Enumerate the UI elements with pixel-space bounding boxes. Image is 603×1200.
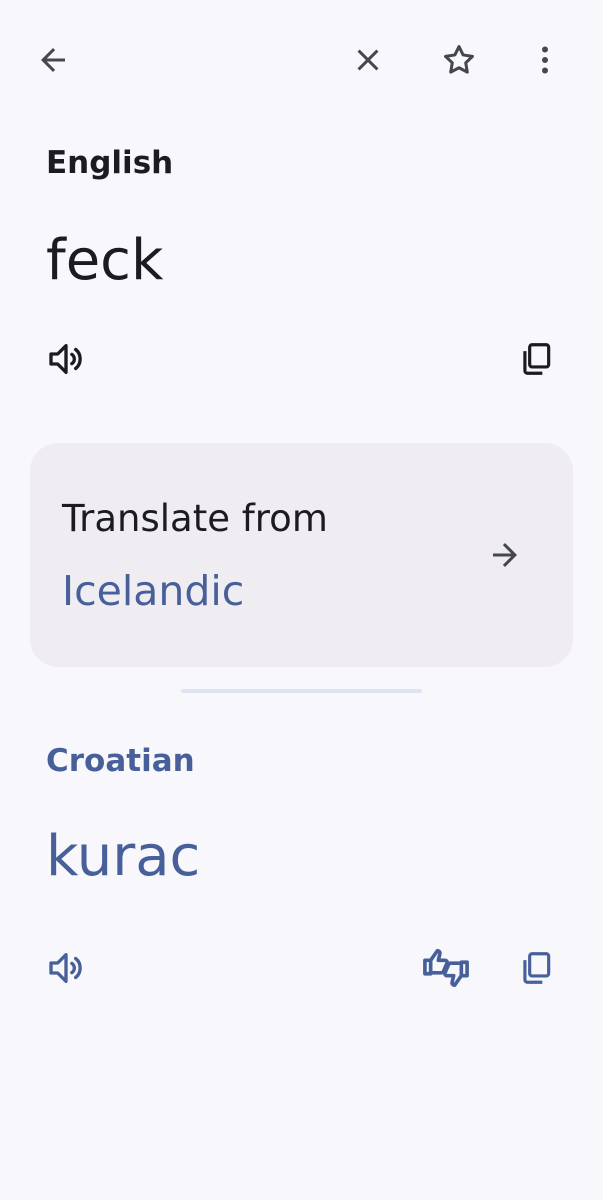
- more-options-button[interactable]: [517, 32, 573, 88]
- detected-language: Icelandic: [62, 567, 245, 615]
- rate-translation-button[interactable]: [418, 940, 474, 996]
- close-icon: [357, 49, 379, 71]
- target-language-label: Croatian: [46, 743, 195, 779]
- arrow-left-icon: [41, 48, 65, 72]
- thumbs-up-down-icon: [423, 948, 469, 988]
- translate-from-card[interactable]: Translate from Icelandic: [30, 443, 573, 667]
- source-listen-button[interactable]: [38, 331, 94, 387]
- translate-from-label: Translate from: [62, 497, 328, 540]
- speaker-icon: [49, 953, 82, 983]
- translation-screen: English feck Translate from Icelandic Cr…: [0, 0, 603, 1200]
- back-button[interactable]: [25, 32, 81, 88]
- copy-icon: [523, 343, 551, 375]
- source-copy-button[interactable]: [508, 331, 564, 387]
- source-language-label: English: [46, 145, 174, 181]
- save-button[interactable]: [431, 32, 487, 88]
- target-listen-button[interactable]: [38, 940, 94, 996]
- star-outline-icon: [444, 45, 474, 74]
- more-vert-icon: [542, 46, 548, 74]
- source-text: feck: [46, 228, 164, 293]
- arrow-right-icon: [493, 543, 517, 567]
- translated-text: kurac: [46, 824, 201, 889]
- section-divider: [181, 689, 422, 693]
- copy-icon: [523, 952, 551, 984]
- target-copy-button[interactable]: [508, 940, 564, 996]
- speaker-icon: [49, 344, 82, 374]
- translate-from-arrow[interactable]: [477, 527, 533, 583]
- clear-button[interactable]: [340, 32, 396, 88]
